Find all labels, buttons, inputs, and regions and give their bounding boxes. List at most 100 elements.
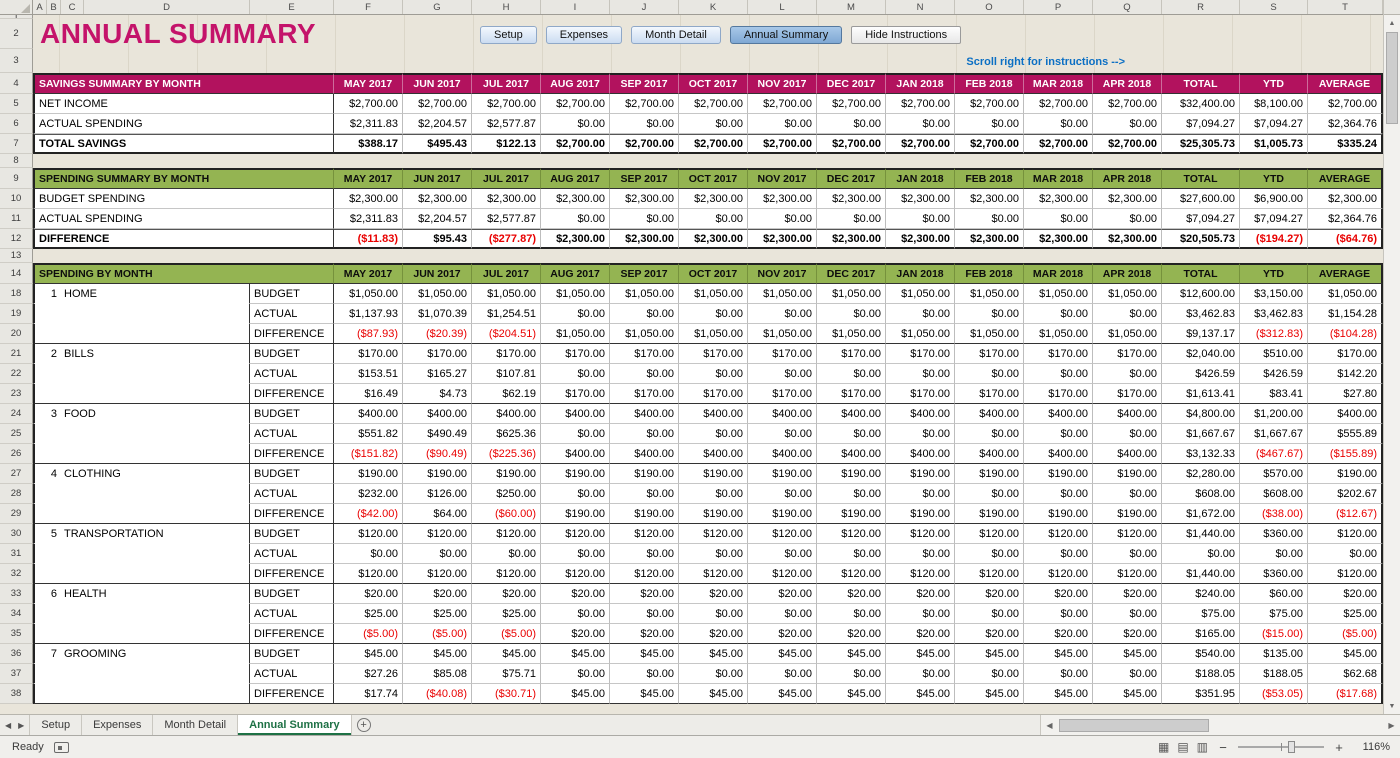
cell-J7[interactable]: $2,700.00 [610,134,679,154]
cell-S25[interactable]: $1,667.67 [1240,424,1308,444]
cell-A35[interactable] [33,624,250,644]
cell-F23[interactable]: $16.49 [334,384,403,404]
scroll-right-icon[interactable]: ▶ [1383,721,1400,730]
cell-R10[interactable]: $27,600.00 [1162,189,1240,209]
cell-P34[interactable]: $0.00 [1024,604,1093,624]
cell-G25[interactable]: $490.49 [403,424,472,444]
cell-A20[interactable] [33,324,250,344]
cell-Q5[interactable]: $2,700.00 [1093,94,1162,114]
cell-P12[interactable]: $2,300.00 [1024,229,1093,249]
cell-A31[interactable] [33,544,250,564]
cell-Q4[interactable]: APR 2018 [1093,73,1162,94]
cell-I12[interactable]: $2,300.00 [541,229,610,249]
cell-R26[interactable]: $3,132.33 [1162,444,1240,464]
row-header-3[interactable]: 3 [0,49,33,73]
cell-T23[interactable]: $27.80 [1308,384,1383,404]
cell-A24[interactable]: 3FOOD [33,404,250,424]
cell-K24[interactable]: $400.00 [679,404,748,424]
cell-Q25[interactable]: $0.00 [1093,424,1162,444]
cell-E27[interactable]: BUDGET [250,464,334,484]
cell-J27[interactable]: $190.00 [610,464,679,484]
zoom-in-button[interactable]: + [1332,740,1346,755]
cell-J9[interactable]: SEP 2017 [610,168,679,189]
cell-L19[interactable]: $0.00 [748,304,817,324]
cell-I19[interactable]: $0.00 [541,304,610,324]
cell-F26[interactable]: ($151.82) [334,444,403,464]
cell-A9[interactable]: SPENDING SUMMARY BY MONTH [33,168,334,189]
cell-J35[interactable]: $20.00 [610,624,679,644]
cell-L4[interactable]: NOV 2017 [748,73,817,94]
cell-G30[interactable]: $120.00 [403,524,472,544]
cell-N31[interactable]: $0.00 [886,544,955,564]
hide-instructions-button[interactable]: Hide Instructions [851,26,961,44]
cell-R29[interactable]: $1,672.00 [1162,504,1240,524]
cell-P29[interactable]: $190.00 [1024,504,1093,524]
cell-A37[interactable] [33,664,250,684]
column-header-H[interactable]: H [472,0,541,14]
zoom-thumb[interactable] [1288,741,1295,753]
cell-K23[interactable]: $170.00 [679,384,748,404]
cell-L6[interactable]: $0.00 [748,114,817,134]
cell-N28[interactable]: $0.00 [886,484,955,504]
cell-P37[interactable]: $0.00 [1024,664,1093,684]
cell-I10[interactable]: $2,300.00 [541,189,610,209]
horizontal-scroll-thumb[interactable] [1059,719,1209,732]
cell-F18[interactable]: $1,050.00 [334,284,403,304]
cell-K26[interactable]: $400.00 [679,444,748,464]
cell-F6[interactable]: $2,311.83 [334,114,403,134]
cell-T18[interactable]: $1,050.00 [1308,284,1383,304]
cell-L9[interactable]: NOV 2017 [748,168,817,189]
cell-E32[interactable]: DIFFERENCE [250,564,334,584]
cell-J34[interactable]: $0.00 [610,604,679,624]
cell-R6[interactable]: $7,094.27 [1162,114,1240,134]
cell-G22[interactable]: $165.27 [403,364,472,384]
cell-Q27[interactable]: $190.00 [1093,464,1162,484]
cell-E36[interactable]: BUDGET [250,644,334,664]
row-header-36[interactable]: 36 [0,644,33,664]
cell-A25[interactable] [33,424,250,444]
cell-E29[interactable]: DIFFERENCE [250,504,334,524]
cell-O22[interactable]: $0.00 [955,364,1024,384]
cell-N11[interactable]: $0.00 [886,209,955,229]
cell-S14[interactable]: YTD [1240,263,1308,284]
cell-M11[interactable]: $0.00 [817,209,886,229]
cell-H28[interactable]: $250.00 [472,484,541,504]
cell-F30[interactable]: $120.00 [334,524,403,544]
cell-P26[interactable]: $400.00 [1024,444,1093,464]
cell-I22[interactable]: $0.00 [541,364,610,384]
row-header-23[interactable]: 23 [0,384,33,404]
cell-K27[interactable]: $190.00 [679,464,748,484]
cell-N10[interactable]: $2,300.00 [886,189,955,209]
cell-T32[interactable]: $120.00 [1308,564,1383,584]
cell-L10[interactable]: $2,300.00 [748,189,817,209]
cell-G33[interactable]: $20.00 [403,584,472,604]
row-header-33[interactable]: 33 [0,584,33,604]
cell-H21[interactable]: $170.00 [472,344,541,364]
cell-G28[interactable]: $126.00 [403,484,472,504]
cell-R22[interactable]: $426.59 [1162,364,1240,384]
cell-O38[interactable]: $45.00 [955,684,1024,704]
horizontal-scrollbar[interactable]: ◀ ▶ [1040,715,1400,735]
cell-L35[interactable]: $20.00 [748,624,817,644]
cell-N32[interactable]: $120.00 [886,564,955,584]
cell-E33[interactable]: BUDGET [250,584,334,604]
cell-N4[interactable]: JAN 2018 [886,73,955,94]
cell-S37[interactable]: $188.05 [1240,664,1308,684]
cell-G7[interactable]: $495.43 [403,134,472,154]
cell-M18[interactable]: $1,050.00 [817,284,886,304]
cell-A6[interactable]: ACTUAL SPENDING [33,114,334,134]
cell-N25[interactable]: $0.00 [886,424,955,444]
cell-G10[interactable]: $2,300.00 [403,189,472,209]
vertical-scrollbar[interactable]: ▲ ▼ [1383,0,1400,714]
cell-T29[interactable]: ($12.67) [1308,504,1383,524]
cell-L5[interactable]: $2,700.00 [748,94,817,114]
row-header-31[interactable]: 31 [0,544,33,564]
cell-N21[interactable]: $170.00 [886,344,955,364]
cell-T34[interactable]: $25.00 [1308,604,1383,624]
cell-F32[interactable]: $120.00 [334,564,403,584]
cell-I4[interactable]: AUG 2017 [541,73,610,94]
cell-P11[interactable]: $0.00 [1024,209,1093,229]
cell-O9[interactable]: FEB 2018 [955,168,1024,189]
cell-N27[interactable]: $190.00 [886,464,955,484]
cell-R34[interactable]: $75.00 [1162,604,1240,624]
